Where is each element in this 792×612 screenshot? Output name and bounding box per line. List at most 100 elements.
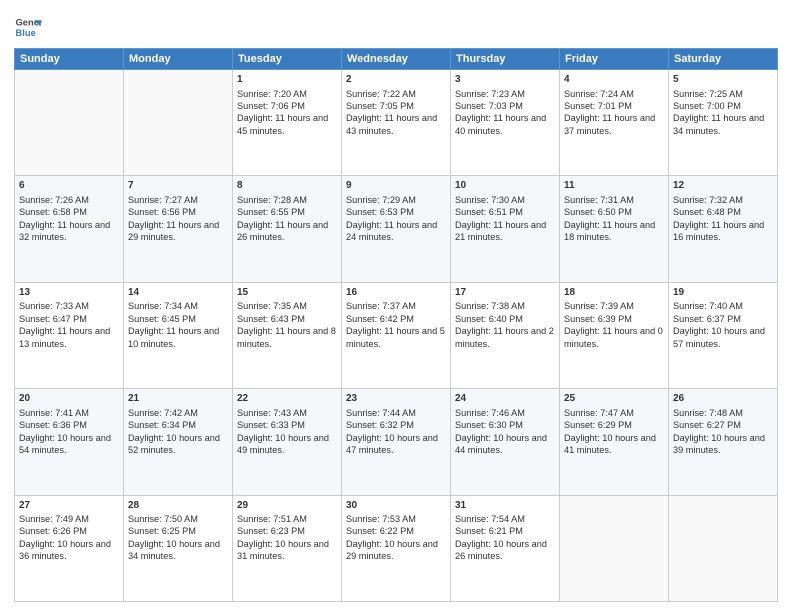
sunset-text: Sunset: 6:40 PM	[455, 313, 555, 325]
daylight-text: Daylight: 10 hours and 47 minutes.	[346, 432, 446, 457]
sunrise-text: Sunrise: 7:20 AM	[237, 88, 337, 100]
daylight-text: Daylight: 11 hours and 8 minutes.	[237, 325, 337, 350]
calendar-week-1: 1Sunrise: 7:20 AMSunset: 7:06 PMDaylight…	[15, 70, 778, 176]
calendar-cell: 30Sunrise: 7:53 AMSunset: 6:22 PMDayligh…	[342, 495, 451, 601]
sunrise-text: Sunrise: 7:53 AM	[346, 513, 446, 525]
sunset-text: Sunset: 7:03 PM	[455, 100, 555, 112]
sunrise-text: Sunrise: 7:32 AM	[673, 194, 773, 206]
sunrise-text: Sunrise: 7:42 AM	[128, 407, 228, 419]
calendar-cell: 1Sunrise: 7:20 AMSunset: 7:06 PMDaylight…	[233, 70, 342, 176]
sunrise-text: Sunrise: 7:26 AM	[19, 194, 119, 206]
daylight-text: Daylight: 11 hours and 2 minutes.	[455, 325, 555, 350]
sunrise-text: Sunrise: 7:48 AM	[673, 407, 773, 419]
day-number: 23	[346, 392, 446, 406]
day-number: 16	[346, 286, 446, 300]
sunset-text: Sunset: 7:00 PM	[673, 100, 773, 112]
day-header-sunday: Sunday	[15, 49, 124, 70]
calendar-cell: 20Sunrise: 7:41 AMSunset: 6:36 PMDayligh…	[15, 389, 124, 495]
daylight-text: Daylight: 11 hours and 16 minutes.	[673, 219, 773, 244]
day-number: 19	[673, 286, 773, 300]
sunset-text: Sunset: 6:34 PM	[128, 419, 228, 431]
daylight-text: Daylight: 11 hours and 26 minutes.	[237, 219, 337, 244]
day-number: 21	[128, 392, 228, 406]
sunrise-text: Sunrise: 7:31 AM	[564, 194, 664, 206]
calendar-week-5: 27Sunrise: 7:49 AMSunset: 6:26 PMDayligh…	[15, 495, 778, 601]
day-number: 5	[673, 73, 773, 87]
calendar-cell: 13Sunrise: 7:33 AMSunset: 6:47 PMDayligh…	[15, 282, 124, 388]
calendar-cell: 19Sunrise: 7:40 AMSunset: 6:37 PMDayligh…	[669, 282, 778, 388]
sunset-text: Sunset: 6:53 PM	[346, 206, 446, 218]
daylight-text: Daylight: 11 hours and 43 minutes.	[346, 112, 446, 137]
day-number: 4	[564, 73, 664, 87]
sunrise-text: Sunrise: 7:54 AM	[455, 513, 555, 525]
calendar-cell: 28Sunrise: 7:50 AMSunset: 6:25 PMDayligh…	[124, 495, 233, 601]
sunset-text: Sunset: 6:37 PM	[673, 313, 773, 325]
sunrise-text: Sunrise: 7:29 AM	[346, 194, 446, 206]
day-number: 6	[19, 179, 119, 193]
daylight-text: Daylight: 11 hours and 18 minutes.	[564, 219, 664, 244]
day-number: 9	[346, 179, 446, 193]
day-header-tuesday: Tuesday	[233, 49, 342, 70]
day-number: 11	[564, 179, 664, 193]
sunset-text: Sunset: 6:29 PM	[564, 419, 664, 431]
sunset-text: Sunset: 6:33 PM	[237, 419, 337, 431]
day-number: 8	[237, 179, 337, 193]
sunset-text: Sunset: 7:05 PM	[346, 100, 446, 112]
main-container: General Blue SundayMondayTuesdayWednesda…	[0, 0, 792, 612]
sunset-text: Sunset: 6:25 PM	[128, 525, 228, 537]
sunrise-text: Sunrise: 7:23 AM	[455, 88, 555, 100]
calendar-cell: 2Sunrise: 7:22 AMSunset: 7:05 PMDaylight…	[342, 70, 451, 176]
day-header-thursday: Thursday	[451, 49, 560, 70]
sunset-text: Sunset: 6:58 PM	[19, 206, 119, 218]
day-number: 14	[128, 286, 228, 300]
logo-icon: General Blue	[14, 14, 42, 42]
daylight-text: Daylight: 10 hours and 26 minutes.	[455, 538, 555, 563]
day-header-wednesday: Wednesday	[342, 49, 451, 70]
sunrise-text: Sunrise: 7:41 AM	[19, 407, 119, 419]
sunrise-text: Sunrise: 7:24 AM	[564, 88, 664, 100]
sunrise-text: Sunrise: 7:27 AM	[128, 194, 228, 206]
logo: General Blue	[14, 14, 46, 42]
sunrise-text: Sunrise: 7:39 AM	[564, 300, 664, 312]
calendar-cell: 16Sunrise: 7:37 AMSunset: 6:42 PMDayligh…	[342, 282, 451, 388]
day-number: 30	[346, 499, 446, 513]
daylight-text: Daylight: 11 hours and 40 minutes.	[455, 112, 555, 137]
calendar-cell: 12Sunrise: 7:32 AMSunset: 6:48 PMDayligh…	[669, 176, 778, 282]
calendar-cell: 8Sunrise: 7:28 AMSunset: 6:55 PMDaylight…	[233, 176, 342, 282]
sunrise-text: Sunrise: 7:51 AM	[237, 513, 337, 525]
daylight-text: Daylight: 10 hours and 31 minutes.	[237, 538, 337, 563]
sunrise-text: Sunrise: 7:22 AM	[346, 88, 446, 100]
sunset-text: Sunset: 6:42 PM	[346, 313, 446, 325]
calendar-cell: 24Sunrise: 7:46 AMSunset: 6:30 PMDayligh…	[451, 389, 560, 495]
sunset-text: Sunset: 6:45 PM	[128, 313, 228, 325]
daylight-text: Daylight: 11 hours and 29 minutes.	[128, 219, 228, 244]
day-number: 22	[237, 392, 337, 406]
svg-text:Blue: Blue	[16, 28, 36, 38]
calendar-cell: 29Sunrise: 7:51 AMSunset: 6:23 PMDayligh…	[233, 495, 342, 601]
day-number: 25	[564, 392, 664, 406]
sunset-text: Sunset: 6:55 PM	[237, 206, 337, 218]
calendar-week-2: 6Sunrise: 7:26 AMSunset: 6:58 PMDaylight…	[15, 176, 778, 282]
daylight-text: Daylight: 11 hours and 37 minutes.	[564, 112, 664, 137]
daylight-text: Daylight: 11 hours and 32 minutes.	[19, 219, 119, 244]
day-number: 27	[19, 499, 119, 513]
daylight-text: Daylight: 10 hours and 36 minutes.	[19, 538, 119, 563]
calendar-cell: 22Sunrise: 7:43 AMSunset: 6:33 PMDayligh…	[233, 389, 342, 495]
day-number: 18	[564, 286, 664, 300]
calendar-cell: 5Sunrise: 7:25 AMSunset: 7:00 PMDaylight…	[669, 70, 778, 176]
day-number: 29	[237, 499, 337, 513]
sunrise-text: Sunrise: 7:30 AM	[455, 194, 555, 206]
sunrise-text: Sunrise: 7:47 AM	[564, 407, 664, 419]
calendar-cell: 6Sunrise: 7:26 AMSunset: 6:58 PMDaylight…	[15, 176, 124, 282]
daylight-text: Daylight: 11 hours and 34 minutes.	[673, 112, 773, 137]
daylight-text: Daylight: 10 hours and 41 minutes.	[564, 432, 664, 457]
calendar-cell: 3Sunrise: 7:23 AMSunset: 7:03 PMDaylight…	[451, 70, 560, 176]
sunrise-text: Sunrise: 7:38 AM	[455, 300, 555, 312]
sunrise-text: Sunrise: 7:37 AM	[346, 300, 446, 312]
daylight-text: Daylight: 10 hours and 52 minutes.	[128, 432, 228, 457]
sunrise-text: Sunrise: 7:33 AM	[19, 300, 119, 312]
daylight-text: Daylight: 11 hours and 0 minutes.	[564, 325, 664, 350]
calendar-week-4: 20Sunrise: 7:41 AMSunset: 6:36 PMDayligh…	[15, 389, 778, 495]
calendar-cell: 11Sunrise: 7:31 AMSunset: 6:50 PMDayligh…	[560, 176, 669, 282]
day-number: 2	[346, 73, 446, 87]
